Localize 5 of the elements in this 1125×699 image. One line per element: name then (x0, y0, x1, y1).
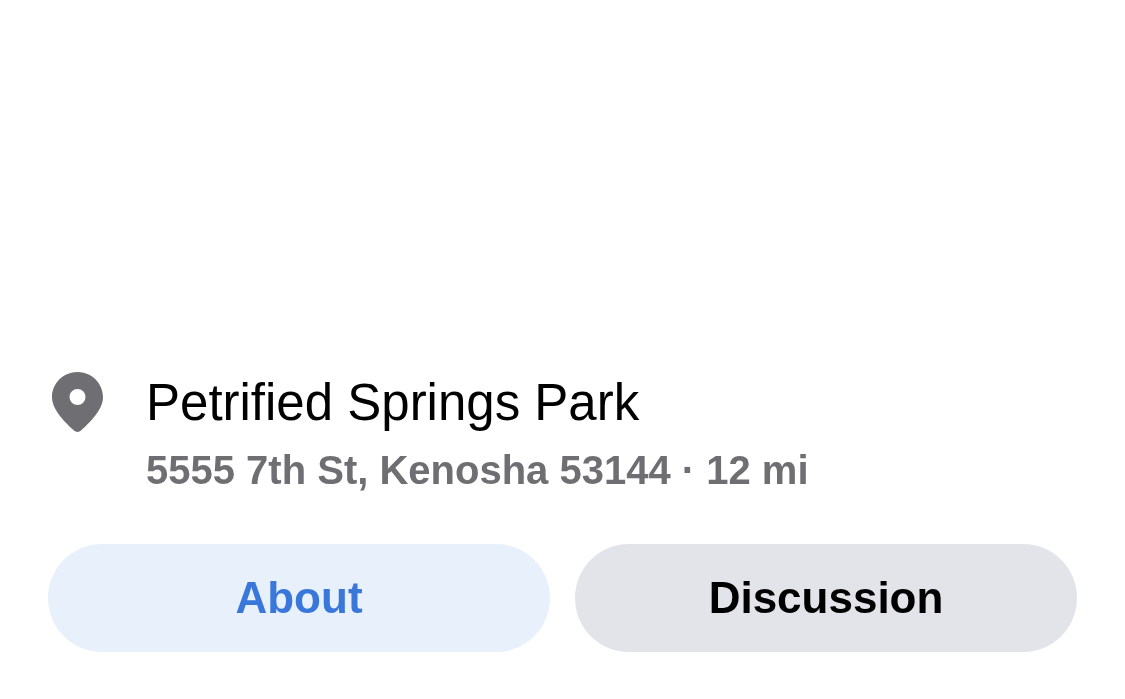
tab[interactable]: About (48, 544, 550, 652)
place-address: 5555 7th St, Kenosha 53144 · 12 mi (146, 447, 809, 493)
tab[interactable]: Discussion (575, 544, 1077, 652)
location-pin-icon (52, 372, 103, 432)
place-name: Petrified Springs Park (146, 373, 641, 433)
